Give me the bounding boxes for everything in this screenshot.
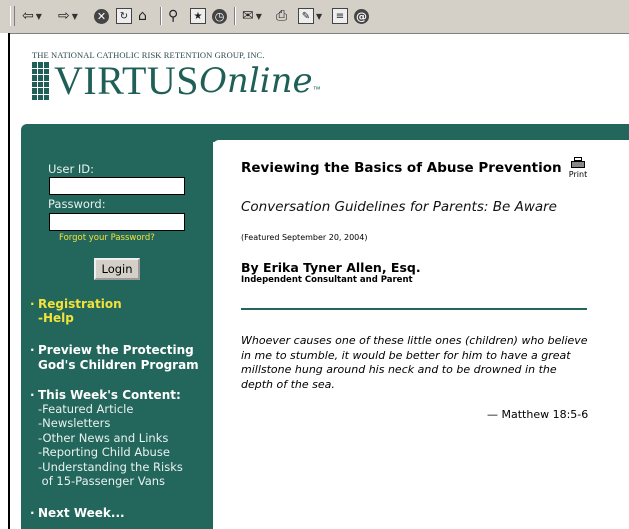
print-label: Print [568, 170, 588, 179]
mail-button[interactable]: ✉ ▼ [242, 6, 262, 26]
browser-frame-border [0, 33, 10, 529]
user-id-input[interactable] [49, 177, 185, 195]
content-links-list: -Featured Article -Newsletters -Other Ne… [38, 402, 183, 488]
toolbar-separator [160, 7, 162, 25]
stop-button[interactable]: ✕ [94, 6, 109, 26]
bullet-icon: · [30, 506, 35, 520]
this-week-heading: · This Week's Content: [30, 388, 181, 403]
password-label: Password: [48, 197, 106, 211]
site-logo[interactable]: THE NATIONAL CATHOLIC RISK RETENTION GRO… [32, 50, 321, 103]
logo-virtus: VIRTUS [54, 58, 200, 103]
newsletters-link[interactable]: -Newsletters [38, 416, 183, 430]
author-role: Independent Consultant and Parent [241, 275, 413, 285]
home-button[interactable]: ⌂ [138, 6, 147, 26]
printer-icon [571, 157, 585, 169]
toolbar-separator [234, 7, 236, 25]
cross-logo-icon [32, 62, 50, 100]
messenger-icon: @ [354, 8, 369, 24]
back-icon: ⇦ [22, 8, 34, 24]
logo-online: Online [199, 61, 313, 101]
favorites-button[interactable]: ★ [190, 6, 206, 26]
toolbar-grip[interactable] [10, 6, 15, 26]
history-icon: ◷ [212, 8, 227, 24]
history-button[interactable]: ◷ [212, 6, 227, 26]
password-input[interactable] [49, 213, 185, 231]
chevron-down-icon[interactable]: ▼ [316, 12, 322, 21]
forward-icon: ⇨ [58, 8, 70, 24]
printer-icon: ⎙ [276, 8, 288, 24]
help-link[interactable]: -Help [38, 311, 74, 326]
favorites-icon: ★ [190, 8, 206, 24]
refresh-icon: ↻ [116, 8, 132, 24]
other-news-link[interactable]: -Other News and Links [38, 431, 183, 445]
stop-icon: ✕ [94, 8, 109, 24]
featured-article-link[interactable]: -Featured Article [38, 402, 183, 416]
forgot-password-link[interactable]: Forgot your Password? [59, 233, 155, 243]
discuss-button[interactable]: ≡ [332, 6, 348, 26]
back-button[interactable]: ⇦ ▼ [22, 6, 42, 26]
passenger-vans-link[interactable]: of 15-Passenger Vans [38, 474, 183, 488]
bullet-icon: · [30, 388, 35, 402]
print-button[interactable]: Print [565, 157, 591, 179]
bullet-icon: · [30, 343, 35, 357]
next-week-link[interactable]: · Next Week... [30, 506, 125, 521]
trademark-mark: ™ [312, 85, 321, 94]
registration-link[interactable]: · Registration [30, 297, 122, 312]
preview-line-1: Preview the Protecting [38, 343, 194, 357]
login-button[interactable]: Login [94, 258, 140, 280]
quote-citation: — Matthew 18:5-6 [487, 408, 589, 421]
edit-icon: ✎ [298, 8, 314, 24]
bullet-icon: · [30, 297, 35, 311]
discuss-icon: ≡ [332, 8, 348, 24]
search-button[interactable]: ⚲ [168, 6, 178, 26]
user-id-label: User ID: [48, 162, 94, 176]
divider [241, 308, 587, 310]
chevron-down-icon[interactable]: ▼ [72, 12, 78, 21]
next-week-label: Next Week... [38, 506, 125, 520]
chevron-down-icon[interactable]: ▼ [36, 12, 42, 21]
edit-button[interactable]: ✎ ▼ [298, 6, 322, 26]
mail-icon: ✉ [242, 8, 254, 24]
preview-program-link[interactable]: · Preview the Protecting God's Children P… [30, 343, 199, 372]
search-icon: ⚲ [168, 8, 179, 24]
print-toolbar-button[interactable]: ⎙ [276, 6, 287, 26]
reporting-abuse-link[interactable]: -Reporting Child Abuse [38, 445, 183, 459]
browser-toolbar: ⇦ ▼ ⇨ ▼ ✕ ↻ ⌂ ⚲ ★ ◷ ✉ ▼ ⎙ ✎ ▼ ≡ @ [0, 0, 629, 34]
forward-button[interactable]: ⇨ ▼ [58, 6, 78, 26]
article-title: Reviewing the Basics of Abuse Prevention [241, 160, 562, 176]
article-author: By Erika Tyner Allen, Esq. [241, 260, 421, 275]
messenger-button[interactable]: @ [354, 6, 369, 26]
this-week-label: This Week's Content: [38, 388, 181, 402]
chevron-down-icon[interactable]: ▼ [256, 12, 262, 21]
understanding-risks-link[interactable]: -Understanding the Risks [38, 460, 183, 474]
home-icon: ⌂ [138, 8, 147, 24]
refresh-button[interactable]: ↻ [116, 6, 132, 26]
preview-line-2: God's Children Program [38, 357, 199, 372]
registration-label: Registration [38, 297, 122, 311]
scripture-quote: Whoever causes one of these little ones … [241, 334, 588, 391]
article-subtitle: Conversation Guidelines for Parents: Be … [241, 199, 557, 215]
featured-date: (Featured September 20, 2004) [241, 233, 368, 242]
